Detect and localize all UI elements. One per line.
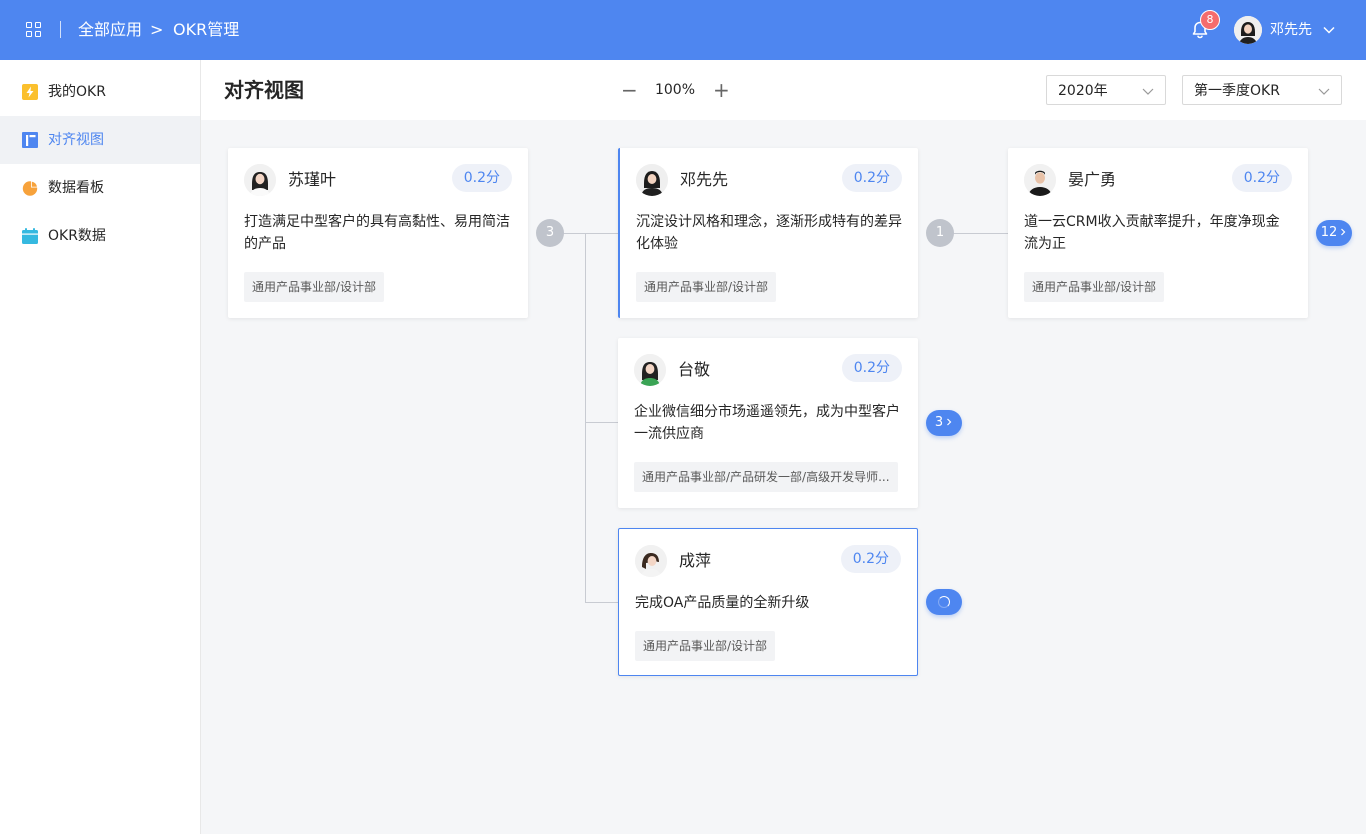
chevron-down-icon <box>1318 88 1330 95</box>
child-count-badge[interactable]: 3 <box>536 219 564 247</box>
chevron-down-icon <box>1142 88 1154 95</box>
avatar <box>244 164 276 196</box>
score-badge: 0.2分 <box>841 164 902 192</box>
okr-card[interactable]: 台敬 0.2分 企业微信细分市场遥遥领先，成为中型客户一流供应商 通用产品事业部… <box>618 338 918 508</box>
avatar <box>635 545 667 577</box>
loading-spinner-icon <box>938 596 950 608</box>
user-name[interactable]: 邓先先 <box>1270 20 1312 40</box>
page-title: 对齐视图 <box>224 78 304 102</box>
chevron-right-icon <box>1341 228 1346 235</box>
objective-text: 道一云CRM收入贡献率提升，年度净现金流为正 <box>1024 214 1280 252</box>
breadcrumb-all-apps[interactable]: 全部应用 <box>78 19 142 41</box>
lightning-icon <box>22 84 38 100</box>
loading-button[interactable] <box>926 589 962 615</box>
connector-line <box>563 233 619 234</box>
sidebar-item-label: OKR数据 <box>48 228 106 244</box>
sidebar-item-label: 数据看板 <box>48 180 104 196</box>
okr-card[interactable]: 晏广勇 0.2分 道一云CRM收入贡献率提升，年度净现金流为正 通用产品事业部/… <box>1008 148 1308 318</box>
avatar <box>1024 164 1056 196</box>
top-bar: 全部应用 > OKR管理 8 邓先先 <box>0 0 1366 60</box>
year-select[interactable]: 2020年 <box>1046 75 1166 105</box>
child-count-badge[interactable]: 1 <box>926 219 954 247</box>
sidebar-item-okr-data[interactable]: OKR数据 <box>0 212 200 260</box>
okr-card[interactable]: 苏瑾叶 0.2分 打造满足中型客户的具有高黏性、易用简洁的产品 通用产品事业部/… <box>228 148 528 318</box>
avatar <box>634 354 666 386</box>
alignment-canvas: 苏瑾叶 0.2分 打造满足中型客户的具有高黏性、易用简洁的产品 通用产品事业部/… <box>201 120 1366 834</box>
objective-text: 企业微信细分市场遥遥领先，成为中型客户一流供应商 <box>634 404 900 442</box>
sidebar-item-my-okr[interactable]: 我的OKR <box>0 68 200 116</box>
user-avatar[interactable] <box>1234 16 1262 44</box>
objective-text: 完成OA产品质量的全新升级 <box>635 595 810 611</box>
sidebar-item-dashboard[interactable]: 数据看板 <box>0 164 200 212</box>
score-badge: 0.2分 <box>841 354 902 382</box>
score-badge: 0.2分 <box>451 164 512 192</box>
apps-grid-icon[interactable] <box>26 22 42 38</box>
header-divider <box>60 21 61 38</box>
toolbar: 对齐视图 − 100% + 2020年 第一季度OKR <box>201 60 1366 120</box>
score-badge: 0.2分 <box>840 545 901 573</box>
quarter-select[interactable]: 第一季度OKR <box>1182 75 1342 105</box>
owner-name: 台敬 <box>678 360 711 379</box>
owner-name: 邓先先 <box>680 170 729 189</box>
sidebar-item-align-view[interactable]: 对齐视图 <box>0 116 200 164</box>
department-tag: 通用产品事业部/产品研发一部/高级开发导师... <box>634 462 898 492</box>
chevron-down-icon[interactable] <box>1322 23 1336 37</box>
zoom-in-button[interactable]: + <box>713 80 730 100</box>
department-tag: 通用产品事业部/设计部 <box>244 272 385 302</box>
align-view-icon <box>22 132 38 148</box>
expand-count: 3 <box>934 415 944 430</box>
department-tag: 通用产品事业部/设计部 <box>1024 272 1165 302</box>
sidebar-item-label: 对齐视图 <box>48 132 104 148</box>
objective-text: 打造满足中型客户的具有高黏性、易用简洁的产品 <box>244 214 510 252</box>
zoom-out-button[interactable]: − <box>621 80 638 100</box>
avatar <box>636 164 668 196</box>
pie-chart-icon <box>22 180 38 196</box>
connector-line <box>953 233 1009 234</box>
owner-name: 成萍 <box>679 551 712 570</box>
breadcrumb-okr-management: OKR管理 <box>173 20 240 39</box>
department-tag: 通用产品事业部/设计部 <box>635 631 776 661</box>
sidebar: 我的OKR 对齐视图 数据看板 OKR数据 <box>0 60 201 834</box>
notification-badge: 8 <box>1200 10 1220 30</box>
okr-card[interactable]: 成萍 0.2分 完成OA产品质量的全新升级 通用产品事业部/设计部 <box>618 528 918 676</box>
expand-count: 12 <box>1320 225 1338 240</box>
owner-name: 晏广勇 <box>1068 170 1117 189</box>
zoom-level: 100% <box>654 82 696 98</box>
quarter-select-value: 第一季度OKR <box>1194 83 1280 99</box>
connector-line <box>585 422 619 423</box>
connector-line <box>585 233 586 603</box>
sidebar-item-label: 我的OKR <box>48 84 106 100</box>
department-tag: 通用产品事业部/设计部 <box>636 272 777 302</box>
owner-name: 苏瑾叶 <box>288 170 337 189</box>
objective-text: 沉淀设计风格和理念，逐渐形成特有的差异化体验 <box>636 214 902 252</box>
connector-line <box>585 602 619 603</box>
expand-children-button[interactable]: 12 <box>1316 220 1352 246</box>
calendar-icon <box>22 228 38 244</box>
okr-card[interactable]: 邓先先 0.2分 沉淀设计风格和理念，逐渐形成特有的差异化体验 通用产品事业部/… <box>618 148 918 318</box>
score-badge: 0.2分 <box>1231 164 1292 192</box>
breadcrumb-separator-icon: > <box>150 20 164 39</box>
chevron-right-icon <box>947 418 952 425</box>
year-select-value: 2020年 <box>1058 83 1108 99</box>
expand-children-button[interactable]: 3 <box>926 410 962 436</box>
